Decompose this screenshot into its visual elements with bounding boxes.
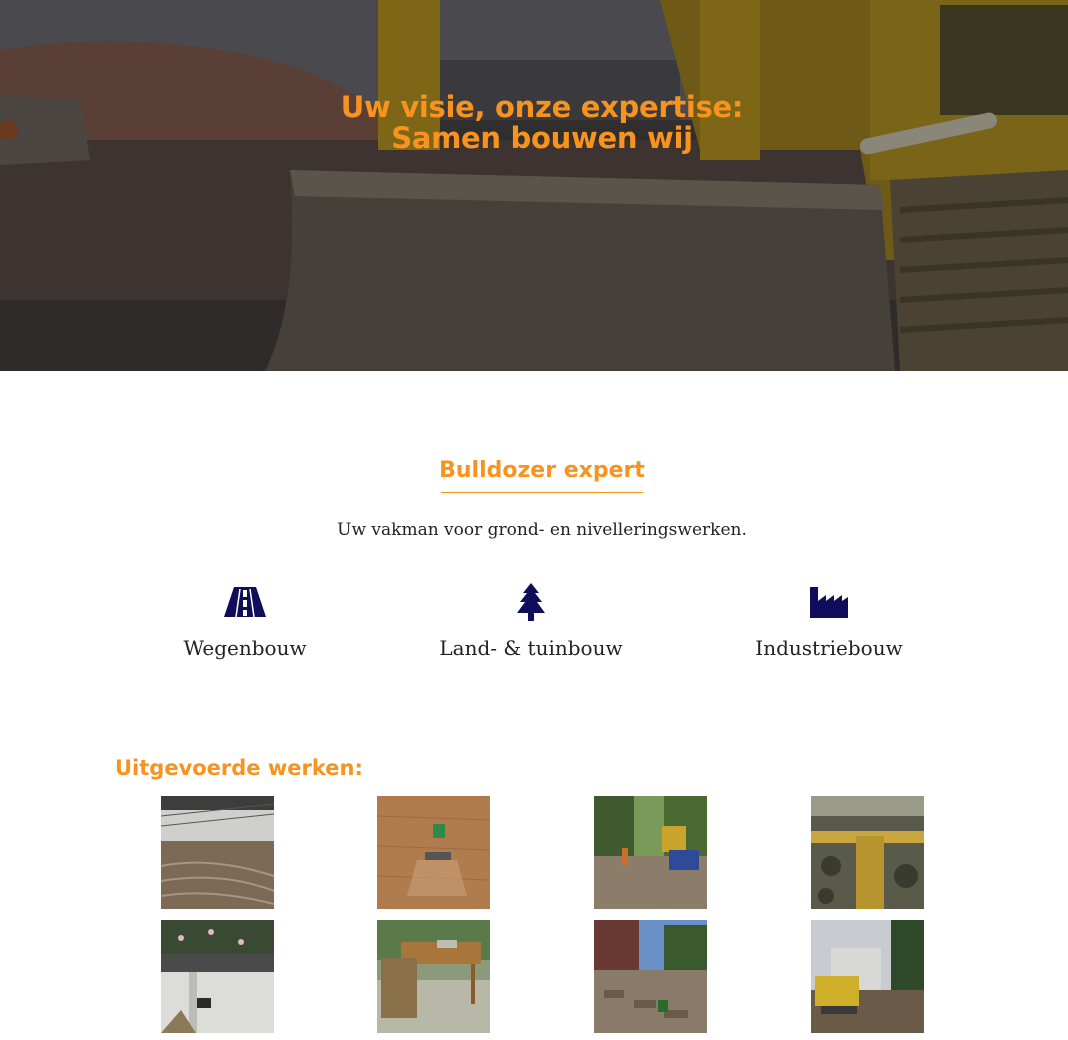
hero-title: Uw visie, onze expertise: Samen bouwen w…: [0, 92, 1068, 154]
machine-site-photo: [811, 920, 924, 1033]
work-thumbnail[interactable]: [161, 796, 274, 909]
factory-icon: [810, 587, 848, 618]
pine-tree-icon: [517, 583, 545, 621]
work-thumbnail[interactable]: [161, 920, 274, 1033]
bulldozer-photo: [0, 0, 1068, 371]
road-icon: [224, 587, 266, 618]
warehouse-floor-photo: [161, 796, 274, 909]
work-thumbnail[interactable]: [377, 920, 490, 1033]
hero-title-line2: Samen bouwen wij: [391, 121, 693, 155]
tractor-field-photo: [377, 796, 490, 909]
work-thumbnail[interactable]: [811, 796, 924, 909]
work-thumbnail[interactable]: [594, 920, 707, 1033]
work-thumbnail[interactable]: [377, 796, 490, 909]
street-paving-photo: [594, 920, 707, 1033]
tagline: Uw vakman voor grond- en nivelleringswer…: [337, 520, 747, 540]
street-loader-photo: [594, 796, 707, 909]
service-industriebouw[interactable]: Industriebouw: [699, 582, 959, 660]
heading-underline: [441, 492, 643, 493]
garden-path-photo: [161, 920, 274, 1033]
service-land-tuinbouw[interactable]: Land- & tuinbouw: [401, 582, 661, 660]
excavation-trench-photo: [811, 796, 924, 909]
hero-title-line1: Uw visie, onze expertise:: [340, 90, 744, 124]
service-label: Industriebouw: [755, 636, 903, 660]
work-thumbnail[interactable]: [594, 796, 707, 909]
terrace-table-photo: [377, 920, 490, 1033]
service-wegenbouw[interactable]: Wegenbouw: [115, 582, 375, 660]
service-label: Land- & tuinbouw: [439, 636, 623, 660]
service-label: Wegenbouw: [183, 636, 307, 660]
works-heading: Uitgevoerde werken:: [115, 756, 363, 780]
work-thumbnail[interactable]: [811, 920, 924, 1033]
hero-banner: Uw visie, onze expertise: Samen bouwen w…: [0, 0, 1068, 371]
section-heading: Bulldozer expert: [439, 458, 645, 483]
